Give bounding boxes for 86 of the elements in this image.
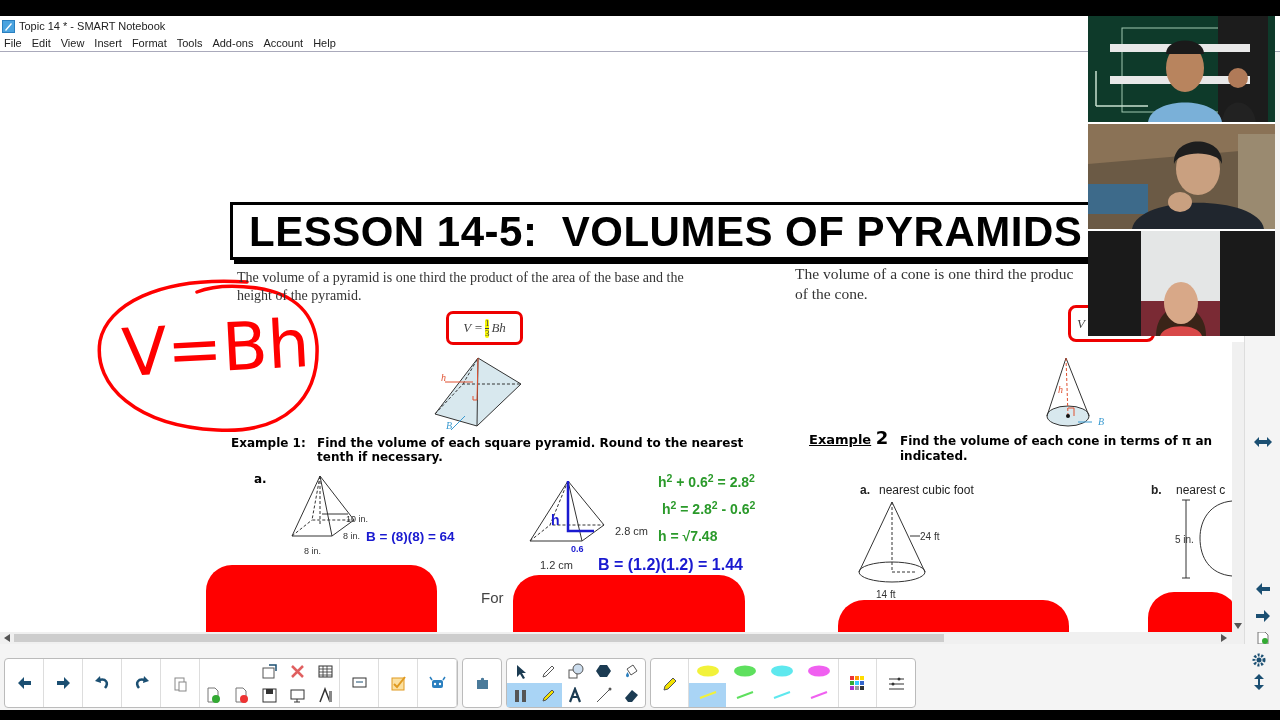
- delete-icon: [288, 662, 306, 680]
- horizontal-scrollbar[interactable]: [0, 632, 1244, 644]
- line-icon: [595, 686, 613, 704]
- move-toolbar-icon[interactable]: [1254, 674, 1264, 690]
- line-icon: [734, 691, 755, 699]
- scrollbar-thumb[interactable]: [14, 634, 944, 642]
- menu-item[interactable]: Tools: [176, 35, 203, 52]
- lesson-heading: LESSON 14-5: VOLUMES OF PYRAMIDS: [249, 206, 1083, 257]
- example-label: Example 1:: [231, 436, 306, 450]
- fraction: 1 3: [484, 318, 490, 338]
- paste-icon: [171, 674, 189, 692]
- item-prompt: nearest cubic foot: [879, 482, 974, 499]
- handwritten-equation: h$^{2}$ + 0.6$^{2}$ = 2.8$^{2}$: [658, 472, 755, 492]
- delete-page-icon: [233, 686, 251, 704]
- handwritten-equation: h$^{2}$ = 2.8$^{2}$ - 0.6$^{2}$: [662, 499, 756, 519]
- scroll-down-icon[interactable]: [1234, 623, 1242, 629]
- dimension-label: 2.8 cm: [615, 524, 648, 539]
- scroll-right-icon[interactable]: [1221, 634, 1227, 642]
- handwritten-work: B = (1.2)(1.2) = 1.44: [598, 555, 743, 575]
- menu-item[interactable]: View: [60, 35, 85, 52]
- dimension-label: 14 ft: [876, 588, 896, 602]
- dimension-label: 8 in.: [343, 530, 360, 543]
- handwritten-equation: h = √7.48: [658, 527, 718, 546]
- base-label: B: [446, 419, 453, 433]
- measure-icon: [316, 686, 334, 704]
- dimension-label: 1.2 cm: [540, 558, 573, 573]
- save-icon: [261, 686, 278, 704]
- puzzle-button[interactable]: [462, 658, 502, 708]
- dimension-label: 24 ft: [920, 530, 940, 544]
- table-icon: [316, 662, 334, 680]
- screen-icon: [288, 686, 306, 704]
- back-arrow-icon[interactable]: [1256, 583, 1270, 595]
- cone-definition: The volume of a cone is one third the produc: [795, 264, 1074, 284]
- response-icon: [389, 674, 407, 692]
- handwritten-formula: V=Bh: [120, 309, 312, 389]
- add-page-icon: [205, 686, 223, 704]
- formula-rhs: Bh: [491, 319, 506, 338]
- highlighter-icon: [807, 665, 832, 677]
- height-label: h: [441, 371, 446, 385]
- settings-icon[interactable]: [1251, 652, 1267, 668]
- item-prompt: nearest c: [1176, 482, 1226, 499]
- handwritten-label: h: [551, 511, 560, 530]
- menu-item[interactable]: Account: [263, 35, 304, 52]
- menu-item[interactable]: File: [4, 35, 22, 52]
- forward-arrow-icon[interactable]: [1256, 610, 1270, 622]
- handwritten-work: B = (8)(8) = 64: [366, 528, 455, 546]
- forward-icon: [54, 674, 72, 692]
- highlighter-icon: [732, 665, 757, 677]
- color-palette-icon: [849, 674, 866, 692]
- line-icon: [809, 691, 830, 699]
- formula-lhs: V =: [463, 319, 483, 338]
- item-letter: b.: [1151, 482, 1162, 499]
- item-letter: a.: [254, 472, 267, 486]
- shape-fill-icon: [595, 662, 613, 680]
- line-icon: [772, 691, 793, 699]
- line-icon: [697, 691, 718, 699]
- dimension-label: 5 in.: [1175, 533, 1194, 547]
- menu-item[interactable]: Insert: [94, 35, 122, 52]
- height-label: h: [1058, 383, 1063, 397]
- dimension-label: 8 in.: [304, 545, 321, 558]
- menu-item[interactable]: Add-ons: [212, 35, 254, 52]
- handwritten-label: 0.6: [571, 543, 584, 556]
- item-letter: a.: [860, 482, 870, 499]
- add-page-icon[interactable]: [1257, 632, 1269, 644]
- formula-lhs: V: [1077, 316, 1085, 331]
- cone-definition: of the cone.: [795, 284, 868, 304]
- partial-text: For: [481, 588, 504, 608]
- dimension-label: 10 in.: [346, 513, 369, 526]
- menu-item[interactable]: Format: [131, 35, 167, 52]
- example-label: Example 2: [809, 431, 889, 447]
- scroll-left-icon[interactable]: [4, 634, 10, 642]
- highlighter-icon: [695, 665, 720, 677]
- shapes-icon: [567, 662, 585, 680]
- export-icon: [261, 662, 278, 680]
- highlighter-icon: [770, 665, 795, 677]
- example-instructions: indicated.: [900, 449, 968, 463]
- example-instructions: Find the volume of each cone in terms of π an: [900, 434, 1213, 448]
- vertical-scrollbar[interactable]: [1232, 342, 1244, 632]
- menu-item[interactable]: Help: [313, 35, 336, 52]
- highlighter-button[interactable]: [534, 683, 563, 707]
- base-label: B: [1098, 415, 1105, 429]
- menu-item[interactable]: Edit: [31, 35, 51, 52]
- window-title: Topic 14 * - SMART Notebook: [19, 18, 166, 34]
- example-instructions: Find the volume of each square pyramid. Round to the nearest tenth if necessary.: [317, 436, 745, 464]
- pens-button[interactable]: [507, 683, 535, 707]
- resize-arrow-icon[interactable]: [1254, 436, 1272, 448]
